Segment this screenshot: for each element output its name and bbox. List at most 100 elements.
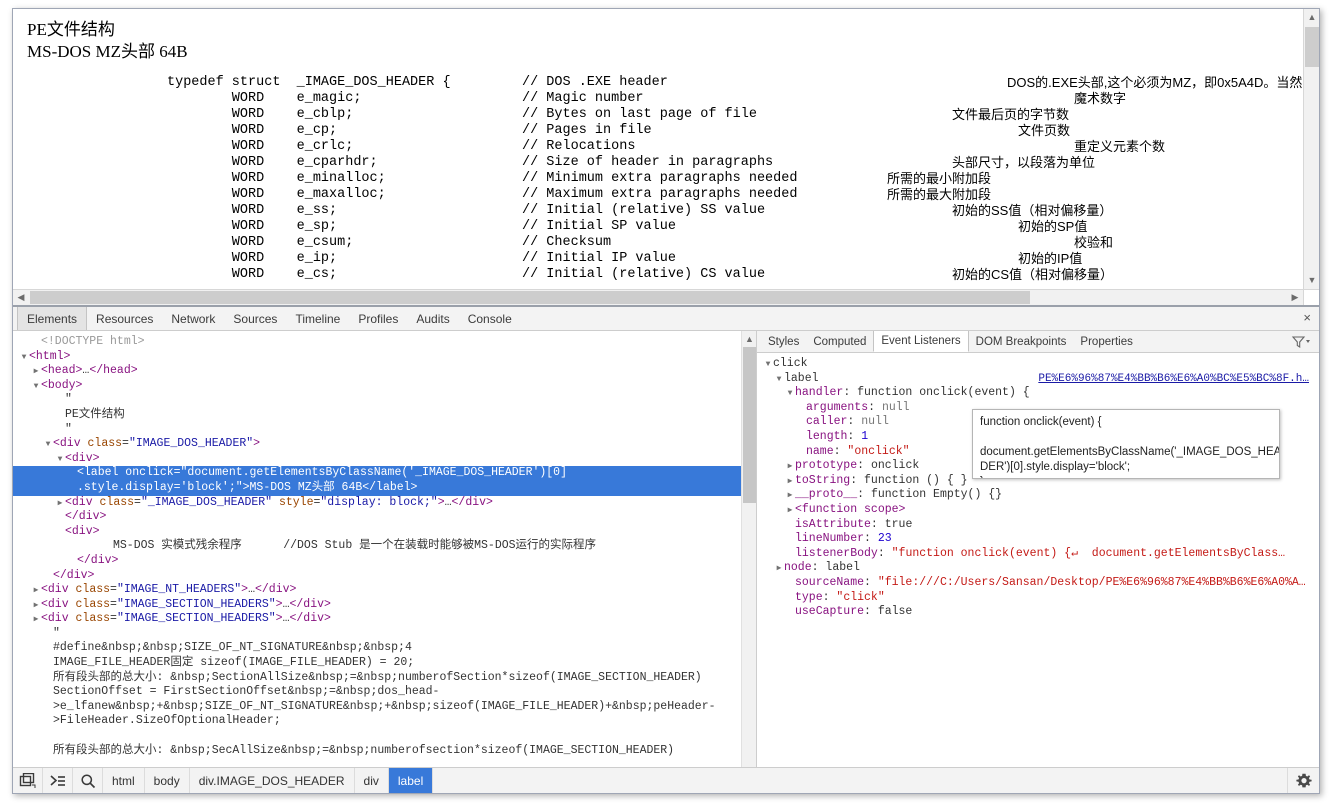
dom-tree-line[interactable]: </div> [13,510,741,525]
page-horizontal-scrollbar[interactable]: ◀ ▶ [13,289,1319,305]
dom-tree-line[interactable]: ▼ <html> [13,350,741,365]
struct-field-comment: // DOS .EXE header [522,75,668,90]
chevron-right-icon[interactable]: ▶ [31,599,41,614]
dom-tree-line[interactable]: ▼ <body> [13,379,741,394]
tab-timeline[interactable]: Timeline [286,307,349,330]
breadcrumb-item-body[interactable]: body [145,768,190,793]
filter-icon[interactable] [1291,335,1311,349]
tab-elements[interactable]: Elements [17,307,88,330]
page-hscroll-thumb[interactable] [30,291,1030,304]
chevron-right-icon[interactable]: ▶ [31,613,41,628]
handler-source-link[interactable]: PE%E6%96%87%E4%BB%B6%E6%A0%BC%E5%BC%8F.h… [1038,372,1309,387]
dom-tree-line[interactable]: #define&nbsp;&nbsp;SIZE_OF_NT_SIGNATURE&… [13,641,741,656]
dom-tree-line[interactable]: ▼ <div> [13,452,741,467]
page-vertical-scrollbar[interactable]: ▲ ▼ [1303,9,1319,289]
breadcrumb-item-html[interactable]: html [103,768,145,793]
tab-network[interactable]: Network [162,307,224,330]
chevron-down-icon[interactable]: ▼ [43,438,53,453]
dom-tree-line[interactable]: ▶ <div class="IMAGE_SECTION_HEADERS">…</d… [13,598,741,613]
scroll-right-icon[interactable]: ▶ [1287,290,1303,305]
gear-icon[interactable] [1287,768,1319,793]
dom-line-content: </div> [65,510,107,524]
chevron-down-icon[interactable]: ▼ [785,387,795,402]
chevron-down-icon[interactable]: ▼ [19,351,29,366]
dom-tree-line[interactable]: ▶ <head>…</head> [13,364,741,379]
sidebar-tab-properties[interactable]: Properties [1073,331,1139,352]
event-prop-ltfunctionscopegt[interactable]: ▶ <function scope> [761,503,1319,518]
dom-tree-line[interactable]: >FileHeader.SizeOfOptionalHeader; [13,714,741,729]
page-label-mz-header[interactable]: MS-DOS MZ头部 64B [27,41,1303,63]
dom-tree-line[interactable]: <div> [13,525,741,540]
chevron-right-icon[interactable]: ▶ [785,460,795,475]
dom-vertical-scrollbar[interactable]: ▲ ▼ [741,331,756,793]
tab-console[interactable]: Console [459,307,521,330]
dom-scroll-up-icon[interactable]: ▲ [742,331,756,346]
dom-tree-line[interactable]: ▼ <div class="IMAGE_DOS_HEADER"> [13,437,741,452]
dom-tree-line[interactable]: PE文件结构 [13,408,741,423]
event-group-click[interactable]: ▼ click [761,357,1319,372]
scroll-left-icon[interactable]: ◀ [13,290,29,305]
dom-tree-line[interactable]: >e_lfanew&nbsp;+&nbsp;SIZE_OF_NT_SIGNATU… [13,700,741,715]
chevron-right-icon[interactable]: ▶ [55,497,65,512]
chevron-down-icon[interactable]: ▼ [31,380,41,395]
tab-resources[interactable]: Resources [87,307,162,330]
chevron-right-icon[interactable]: ▶ [785,489,795,504]
dom-tree-line[interactable]: ▶ <div class="IMAGE_NT_HEADERS">…</div> [13,583,741,598]
chevron-down-icon[interactable]: ▼ [763,358,773,373]
dom-vscroll-thumb[interactable] [743,347,756,503]
console-drawer-button[interactable] [43,768,73,793]
sidebar-tab-event-listeners[interactable]: Event Listeners [873,331,969,352]
dom-tree-selected-node-label[interactable]: <label onclick="document.getElementsByCl… [13,466,741,496]
sidebar-tab-dom-breakpoints[interactable]: DOM Breakpoints [969,331,1074,352]
breadcrumb-item-div-image-dos-header[interactable]: div.IMAGE_DOS_HEADER [190,768,355,793]
dom-tree-line[interactable]: </div> [13,569,741,584]
dom-tree-line[interactable]: IMAGE_FILE_HEADER固定 sizeof(IMAGE_FILE_HE… [13,656,741,671]
dom-tree-line[interactable] [13,729,741,744]
event-prop-listenerbody[interactable]: listenerBody: "function onclick(event) {… [761,547,1319,562]
scroll-up-icon[interactable]: ▲ [1304,9,1319,26]
event-prop-linenumber[interactable]: lineNumber: 23 [761,532,1319,547]
dock-side-button[interactable] [13,768,43,793]
breadcrumb-item-label[interactable]: label [388,768,434,793]
event-prop-sourcename[interactable]: sourceName: "file:///C:/Users/Sansan/Des… [761,576,1319,591]
chevron-right-icon[interactable]: ▶ [785,504,795,519]
breadcrumb-item-div[interactable]: div [355,768,389,793]
sidebar-tab-computed[interactable]: Computed [806,331,873,352]
event-listeners-tree[interactable]: ▼ click ▼ label PE%E6%96%87%E4%BB%B6%E6%A0%B… [757,353,1319,620]
dom-tree-line[interactable]: " [13,423,741,438]
chevron-right-icon[interactable]: ▶ [774,562,784,577]
event-prop-handler[interactable]: ▼ handler: function onclick(event) { [761,386,1319,401]
dom-line-content: IMAGE_FILE_HEADER固定 sizeof(IMAGE_FILE_HE… [53,656,415,670]
dom-tree-line[interactable]: SectionOffset = FirstSectionOffset&nbsp;… [13,685,741,700]
chevron-right-icon[interactable]: ▶ [785,475,795,490]
tab-sources[interactable]: Sources [224,307,286,330]
event-prop-__proto__[interactable]: ▶ __proto__: function Empty() {} [761,488,1319,503]
dom-tree-line[interactable]: " [13,393,741,408]
dom-tree-line[interactable]: </div> [13,554,741,569]
close-icon[interactable]: × [1303,311,1311,325]
struct-field-comment: // Initial IP value [522,251,676,266]
dom-tree-line[interactable]: " [13,627,741,642]
dom-tree-line[interactable]: ▶ <div class="_IMAGE_DOS_HEADER" style="d… [13,496,741,511]
page-vscroll-thumb[interactable] [1305,27,1319,67]
chevron-right-icon[interactable]: ▶ [31,584,41,599]
event-node-label[interactable]: ▼ label PE%E6%96%87%E4%BB%B6%E6%A0%BC%E5%B… [761,372,1319,387]
event-prop-usecapture[interactable]: useCapture: false [761,605,1319,620]
search-icon[interactable] [73,768,103,793]
event-prop-type[interactable]: type: "click" [761,591,1319,606]
chevron-right-icon[interactable]: ▶ [31,365,41,380]
scroll-down-icon[interactable]: ▼ [1304,272,1319,289]
tab-audits[interactable]: Audits [407,307,458,330]
dom-tree-line[interactable]: MS-DOS 实模式残余程序 //DOS Stub 是一个在装载时能够被MS-D… [13,539,741,554]
dom-tree[interactable]: <!DOCTYPE html> ▼ <html> ▶ <head>…</head> ▼ <b… [13,331,741,758]
sidebar-tab-styles[interactable]: Styles [761,331,806,352]
event-prop-isattribute[interactable]: isAttribute: true [761,518,1319,533]
event-prop-node[interactable]: ▶ node: label [761,561,1319,576]
dom-tree-line[interactable]: 所有段头部的总大小: &nbsp;SecAllSize&nbsp;=&nbsp;… [13,744,741,759]
chevron-down-icon[interactable]: ▼ [55,453,65,468]
tab-profiles[interactable]: Profiles [349,307,407,330]
dom-tree-line[interactable]: <!DOCTYPE html> [13,335,741,350]
dom-tree-line[interactable]: 所有段头部的总大小: &nbsp;SectionAllSize&nbsp;=&n… [13,671,741,686]
chevron-down-icon[interactable]: ▼ [774,373,784,388]
dom-tree-line[interactable]: ▶ <div class="IMAGE_SECTION_HEADERS">…</d… [13,612,741,627]
